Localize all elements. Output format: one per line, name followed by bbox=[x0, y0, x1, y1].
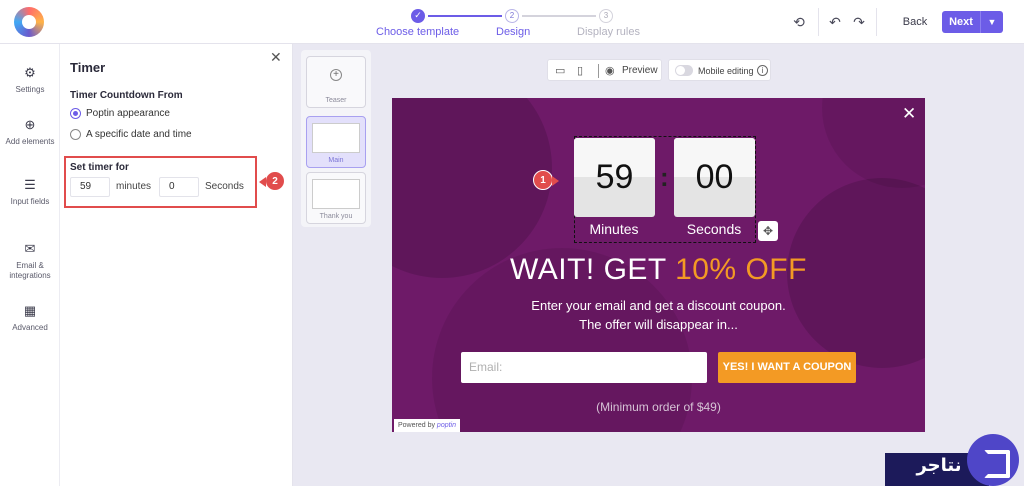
wizard-steps: ✓ 2 3 Choose template Design Display rul… bbox=[370, 6, 650, 40]
info-icon[interactable]: i bbox=[757, 65, 768, 76]
step-connector bbox=[428, 15, 502, 17]
template-thumbnail bbox=[312, 179, 360, 209]
minutes-digits: 59 bbox=[595, 158, 634, 196]
grid-icon: ▦ bbox=[23, 303, 37, 318]
timer-colon: : bbox=[660, 162, 669, 192]
background-shape bbox=[392, 98, 552, 278]
mobile-editing-toggle[interactable] bbox=[675, 65, 693, 76]
undo-icon[interactable]: ↶ bbox=[826, 13, 844, 31]
minutes-card: 59 bbox=[574, 138, 655, 217]
step-display-rules[interactable]: Display rules bbox=[577, 26, 640, 38]
seconds-unit-label: Seconds bbox=[205, 181, 244, 192]
email-field[interactable]: Email: bbox=[461, 352, 707, 383]
step-design[interactable]: Design bbox=[496, 26, 530, 38]
gear-icon: ⚙ bbox=[24, 65, 36, 80]
radio-label: Poptin appearance bbox=[86, 108, 170, 119]
popup-close-icon[interactable]: ✕ bbox=[902, 104, 916, 124]
template-thank-you[interactable]: Thank you bbox=[306, 172, 366, 224]
popup-subtext-line-2[interactable]: The offer will disappear in... bbox=[392, 317, 925, 332]
radio-specific-date[interactable] bbox=[70, 129, 81, 140]
template-label: Thank you bbox=[319, 213, 353, 220]
rail-item-advanced[interactable]: ▦ Advanced bbox=[0, 304, 60, 333]
rail-item-label: Input fields bbox=[10, 197, 50, 206]
powered-by-badge: Powered by poptin bbox=[394, 419, 460, 432]
coupon-button[interactable]: YES! I WANT A COUPON bbox=[718, 352, 856, 383]
chevron-down-icon[interactable]: ▼ bbox=[980, 11, 1003, 33]
minutes-label: Minutes bbox=[589, 221, 639, 237]
timer-settings-panel: Timer ✕ Timer Countdown From Poptin appe… bbox=[60, 44, 293, 486]
reset-icon[interactable]: ⟲ bbox=[790, 13, 808, 31]
rail-item-add-elements[interactable]: ⊕ Add elements bbox=[0, 118, 60, 147]
set-timer-box: Set timer for 59 minutes 0 Seconds bbox=[64, 156, 257, 208]
template-main[interactable]: Main bbox=[306, 116, 366, 168]
rail-item-label: Advanced bbox=[12, 323, 48, 332]
minutes-input[interactable]: 59 bbox=[70, 177, 110, 197]
eye-icon[interactable]: ◉ bbox=[605, 64, 615, 77]
radio-label: A specific date and time bbox=[86, 129, 192, 140]
panel-title: Timer bbox=[70, 60, 106, 75]
mail-icon: ✉ bbox=[24, 241, 36, 256]
left-rail: ⚙ Settings ⊕ Add elements ☰ Input fields… bbox=[0, 44, 60, 486]
rail-item-input-fields[interactable]: ☰ Input fields bbox=[0, 178, 60, 207]
rail-item-email-integrations[interactable]: ✉ Email & integrations bbox=[0, 242, 60, 281]
next-button[interactable]: Next ▼ bbox=[942, 11, 1003, 33]
popup-preview: ✕ 59 : 00 Minutes Seconds ✥ WAIT! GET 10… bbox=[392, 98, 925, 432]
mobile-editing-control: Mobile editing i bbox=[668, 59, 771, 81]
minimum-order-note[interactable]: (Minimum order of $49) bbox=[392, 400, 925, 414]
radio-poptin-appearance[interactable] bbox=[70, 108, 81, 119]
mobile-icon[interactable]: ▯ bbox=[577, 64, 583, 77]
back-button[interactable]: Back bbox=[893, 12, 937, 32]
annotation-badge-2: 2 bbox=[259, 171, 285, 191]
rail-item-label: Add elements bbox=[5, 137, 55, 146]
plus-icon: + bbox=[330, 69, 342, 81]
watermark-icon bbox=[967, 434, 1019, 486]
template-thumbnail bbox=[312, 123, 360, 153]
headline-main: WAIT! GET bbox=[510, 253, 676, 286]
poptin-logo bbox=[14, 7, 44, 37]
powered-by-label: Powered by bbox=[398, 422, 435, 429]
divider bbox=[598, 64, 599, 78]
step-1-check-icon: ✓ bbox=[411, 9, 425, 23]
divider bbox=[818, 8, 819, 36]
next-button-label: Next bbox=[949, 16, 973, 28]
rail-item-settings[interactable]: ⚙ Settings bbox=[0, 66, 60, 95]
poptin-brand: poptin bbox=[436, 422, 456, 429]
seconds-digits: 00 bbox=[695, 158, 734, 196]
popup-subtext-line-1[interactable]: Enter your email and get a discount coup… bbox=[392, 298, 925, 313]
input-fields-icon: ☰ bbox=[24, 177, 36, 192]
template-list: + Teaser Main Thank you bbox=[301, 50, 371, 227]
watermark-logo: نتاجر bbox=[885, 434, 1024, 486]
set-timer-label: Set timer for bbox=[70, 162, 129, 173]
minutes-unit-label: minutes bbox=[116, 181, 152, 192]
template-label: Teaser bbox=[325, 97, 347, 104]
mobile-editing-label: Mobile editing bbox=[698, 66, 754, 76]
step-choose-template[interactable]: Choose template bbox=[376, 26, 459, 38]
top-bar: ✓ 2 3 Choose template Design Display rul… bbox=[0, 0, 1024, 44]
headline-accent: 10% OFF bbox=[675, 253, 807, 286]
template-label: Main bbox=[328, 157, 344, 164]
annotation-badge-1: 1 bbox=[533, 170, 559, 190]
preview-toolbar: ▭ ▯ ◉ Preview bbox=[547, 59, 662, 81]
seconds-card: 00 bbox=[674, 138, 755, 217]
seconds-input[interactable]: 0 bbox=[159, 177, 199, 197]
plus-circle-icon: ⊕ bbox=[24, 117, 36, 132]
rail-item-label: Settings bbox=[15, 85, 45, 94]
seconds-label: Seconds bbox=[686, 221, 742, 237]
move-icon[interactable]: ✥ bbox=[758, 221, 778, 241]
close-icon[interactable]: ✕ bbox=[270, 49, 282, 66]
divider bbox=[876, 8, 877, 36]
desktop-icon[interactable]: ▭ bbox=[555, 64, 565, 77]
redo-icon[interactable]: ↷ bbox=[850, 13, 868, 31]
popup-headline[interactable]: WAIT! GET 10% OFF bbox=[392, 253, 925, 287]
step-3-number: 3 bbox=[599, 9, 613, 23]
template-teaser[interactable]: + Teaser bbox=[306, 56, 366, 108]
step-connector bbox=[522, 15, 596, 17]
rail-item-label: Email & integrations bbox=[9, 261, 51, 280]
step-2-number: 2 bbox=[505, 9, 519, 23]
preview-button[interactable]: Preview bbox=[622, 65, 658, 76]
countdown-from-title: Timer Countdown From bbox=[70, 90, 183, 101]
